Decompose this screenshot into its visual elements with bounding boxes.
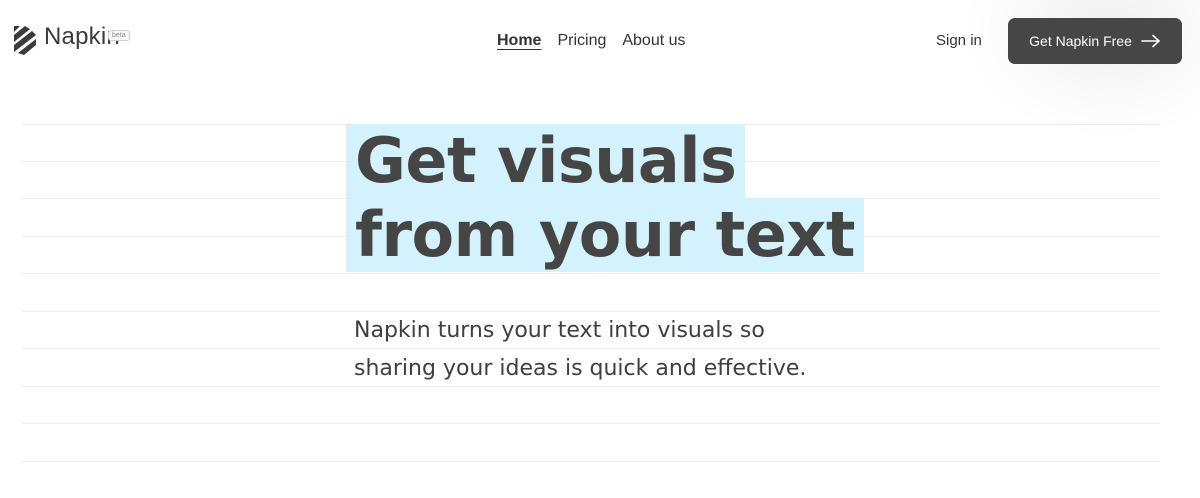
hero-subtitle-line: Napkin turns your text into visuals so: [354, 318, 765, 343]
arrow-right-icon: [1141, 34, 1160, 48]
nav-item-pricing[interactable]: Pricing: [557, 32, 606, 50]
napkin-stripes-icon: [14, 26, 36, 55]
brand-logo-link[interactable]: Napkin: [12, 22, 120, 56]
beta-badge: beta: [108, 30, 130, 41]
main-nav: Home Pricing About us: [497, 32, 686, 50]
hero-title-line: Get visuals: [346, 124, 746, 198]
hero-subtitle: Napkin turns your text into visuals so s…: [354, 312, 874, 388]
get-napkin-free-button[interactable]: Get Napkin Free: [1008, 18, 1182, 64]
nav-item-home[interactable]: Home: [497, 32, 541, 50]
ruled-line: [22, 273, 1160, 274]
ruled-line: [22, 461, 1160, 462]
hero-title: Get visuals from your text: [346, 124, 864, 272]
hero-title-line: from your text: [346, 198, 864, 272]
ruled-line: [22, 423, 1160, 424]
site-header: Napkin beta Home Pricing About us Sign i…: [0, 0, 1200, 82]
cta-label: Get Napkin Free: [1029, 33, 1132, 49]
nav-item-about-us[interactable]: About us: [622, 32, 685, 50]
sign-in-link[interactable]: Sign in: [936, 32, 982, 49]
hero-subtitle-line: sharing your ideas is quick and effectiv…: [354, 356, 807, 381]
